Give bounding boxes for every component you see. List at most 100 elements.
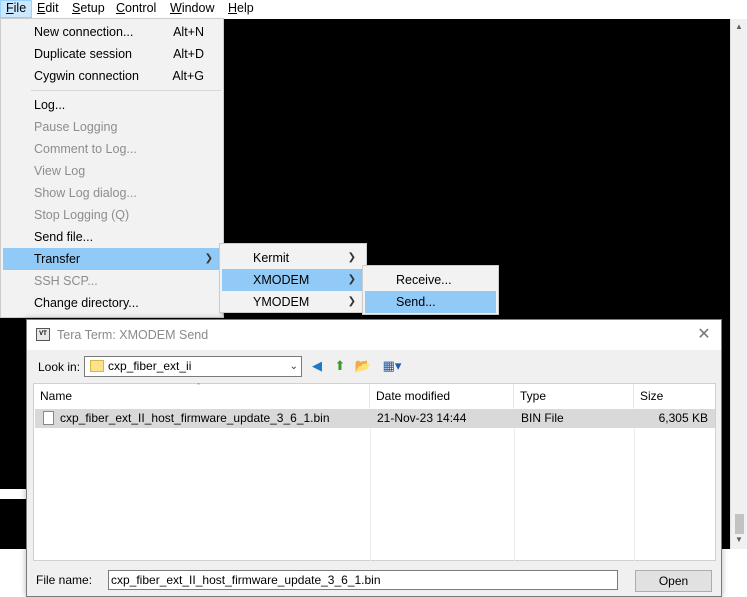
menu-item-label: Log... [34,98,66,112]
menu-item-send[interactable]: Send... [365,291,496,313]
column-divider [370,408,371,562]
file-date-cell: 21-Nov-23 14:44 [377,411,467,425]
look-in-value: cxp_fiber_ext_ii [108,359,192,373]
menu-item-label: Cygwin connection [34,69,139,83]
view-menu-icon[interactable]: ▦▾ [379,357,405,375]
menu-item-label: View Log [34,164,86,178]
column-header-type[interactable]: Type [514,384,634,408]
menu-item-label: Send... [396,295,436,309]
look-in-select[interactable]: cxp_fiber_ext_ii ⌄ [84,356,302,377]
menu-edit[interactable]: Edit [32,0,64,18]
look-in-label: Look in: [38,360,81,374]
menu-item-label: New connection... [34,25,134,39]
menu-item-label: Transfer [34,252,81,266]
menu-file[interactable]: File [0,0,33,18]
menu-item-label: XMODEM [253,273,310,287]
menu-window-label: indow [181,1,215,15]
open-button[interactable]: Open [635,570,712,592]
menu-separator [31,90,221,91]
menu-item-ssh-scp: SSH SCP... [3,270,221,292]
menu-control-label: ontrol [125,1,157,15]
file-list[interactable]: Name ˆ Date modified Type Size cxp_fiber_… [33,382,716,562]
menu-control[interactable]: Control [111,0,161,18]
xmodem-submenu: Receive... Send... [362,265,499,315]
file-name-cell: cxp_fiber_ext_II_host_firmware_update_3_… [60,411,330,425]
menu-help[interactable]: Help [223,0,259,18]
column-header-date[interactable]: Date modified [370,384,514,408]
column-divider [634,408,635,562]
new-folder-icon[interactable]: 📂 [354,357,372,375]
menu-item-label: Send file... [34,230,94,244]
scroll-up-icon[interactable]: ▲ [731,19,747,35]
menu-window-accel: W [170,1,182,15]
menu-item-shortcut: Alt+D [173,47,204,61]
file-name-input[interactable]: cxp_fiber_ext_II_host_firmware_update_3_… [108,570,618,590]
back-icon[interactable]: ◀ [308,357,326,375]
close-icon[interactable]: ✕ [693,324,715,346]
column-header-label: Date modified [376,389,451,403]
menu-file-label: ile [13,1,27,15]
menu-item-stop-logging: Stop Logging (Q) [3,204,221,226]
menu-item-kermit[interactable]: Kermit ❯ [222,247,364,269]
menu-file-accel: F [6,1,14,15]
menu-item-change-directory[interactable]: Change directory... [3,292,221,314]
menu-item-cygwin-connection[interactable]: Cygwin connection Alt+G [3,65,221,87]
chevron-down-icon: ⌄ [289,361,298,372]
chevron-right-icon: ❯ [347,252,356,263]
terminal-scrollbar[interactable]: ▲ ▼ [730,19,747,549]
menu-item-duplicate-session[interactable]: Duplicate session Alt+D [3,43,221,65]
menu-item-label: Pause Logging [34,120,118,134]
xmodem-send-dialog: VT Tera Term: XMODEM Send ✕ Look in: cxp… [26,319,722,597]
file-menu: New connection... Alt+N Duplicate session… [0,18,224,318]
menu-edit-label: dit [45,1,59,15]
dialog-titlebar[interactable]: VT Tera Term: XMODEM Send ✕ [27,320,721,350]
column-divider [514,408,515,562]
chevron-right-icon: ❯ [347,274,356,285]
menu-item-label: Comment to Log... [34,142,137,156]
file-type-cell: BIN File [521,411,564,425]
menu-item-transfer[interactable]: Transfer ❯ [3,248,221,270]
file-name-label: File name: [36,573,93,587]
column-header-label: Name [40,389,73,403]
scrollbar-thumb[interactable] [735,514,744,534]
menu-item-shortcut: Alt+N [173,25,204,39]
column-header-size[interactable]: Size [634,384,715,408]
table-row[interactable]: cxp_fiber_ext_II_host_firmware_update_3_… [35,409,715,428]
menu-item-view-log: View Log [3,160,221,182]
column-header-label: Size [640,389,664,403]
menu-setup-label: etup [80,1,105,15]
menu-item-label: Change directory... [34,296,139,310]
up-folder-icon[interactable]: ⬆ [331,357,349,375]
menu-item-label: Kermit [253,251,290,265]
terminal-gap [0,489,26,499]
menu-item-label: YMODEM [253,295,310,309]
menu-window[interactable]: Window [165,0,219,18]
scroll-down-icon[interactable]: ▼ [731,532,747,548]
menu-item-show-log-dialog: Show Log dialog... [3,182,221,204]
chevron-right-icon: ❯ [204,253,213,264]
menu-item-label: Receive... [396,273,452,287]
menu-item-pause-logging: Pause Logging [3,116,221,138]
transfer-submenu: Kermit ❯ XMODEM ❯ YMODEM ❯ [219,243,367,313]
folder-icon [90,360,104,372]
menu-control-accel: C [116,1,126,15]
menu-item-ymodem[interactable]: YMODEM ❯ [222,291,364,313]
menu-item-new-connection[interactable]: New connection... Alt+N [3,21,221,43]
menubar: File Edit Setup Control Window Help [0,0,747,18]
column-header-name[interactable]: Name ˆ [34,382,370,408]
menu-item-comment-to-log: Comment to Log... [3,138,221,160]
column-header-label: Type [520,389,547,403]
menu-setup[interactable]: Setup [67,0,110,18]
menu-item-xmodem[interactable]: XMODEM ❯ [222,269,364,291]
file-size-cell: 6,305 KB [658,411,708,425]
menu-item-label: Show Log dialog... [34,186,137,200]
menu-item-receive[interactable]: Receive... [365,269,496,291]
menu-item-label: Duplicate session [34,47,132,61]
menu-help-accel: H [228,1,238,15]
sort-caret-icon: ˆ [197,382,200,392]
menu-item-log[interactable]: Log... [3,94,221,116]
menu-item-label: SSH SCP... [34,274,98,288]
menu-item-send-file[interactable]: Send file... [3,226,221,248]
dialog-title: Tera Term: XMODEM Send [57,328,209,342]
chevron-right-icon: ❯ [347,296,356,307]
